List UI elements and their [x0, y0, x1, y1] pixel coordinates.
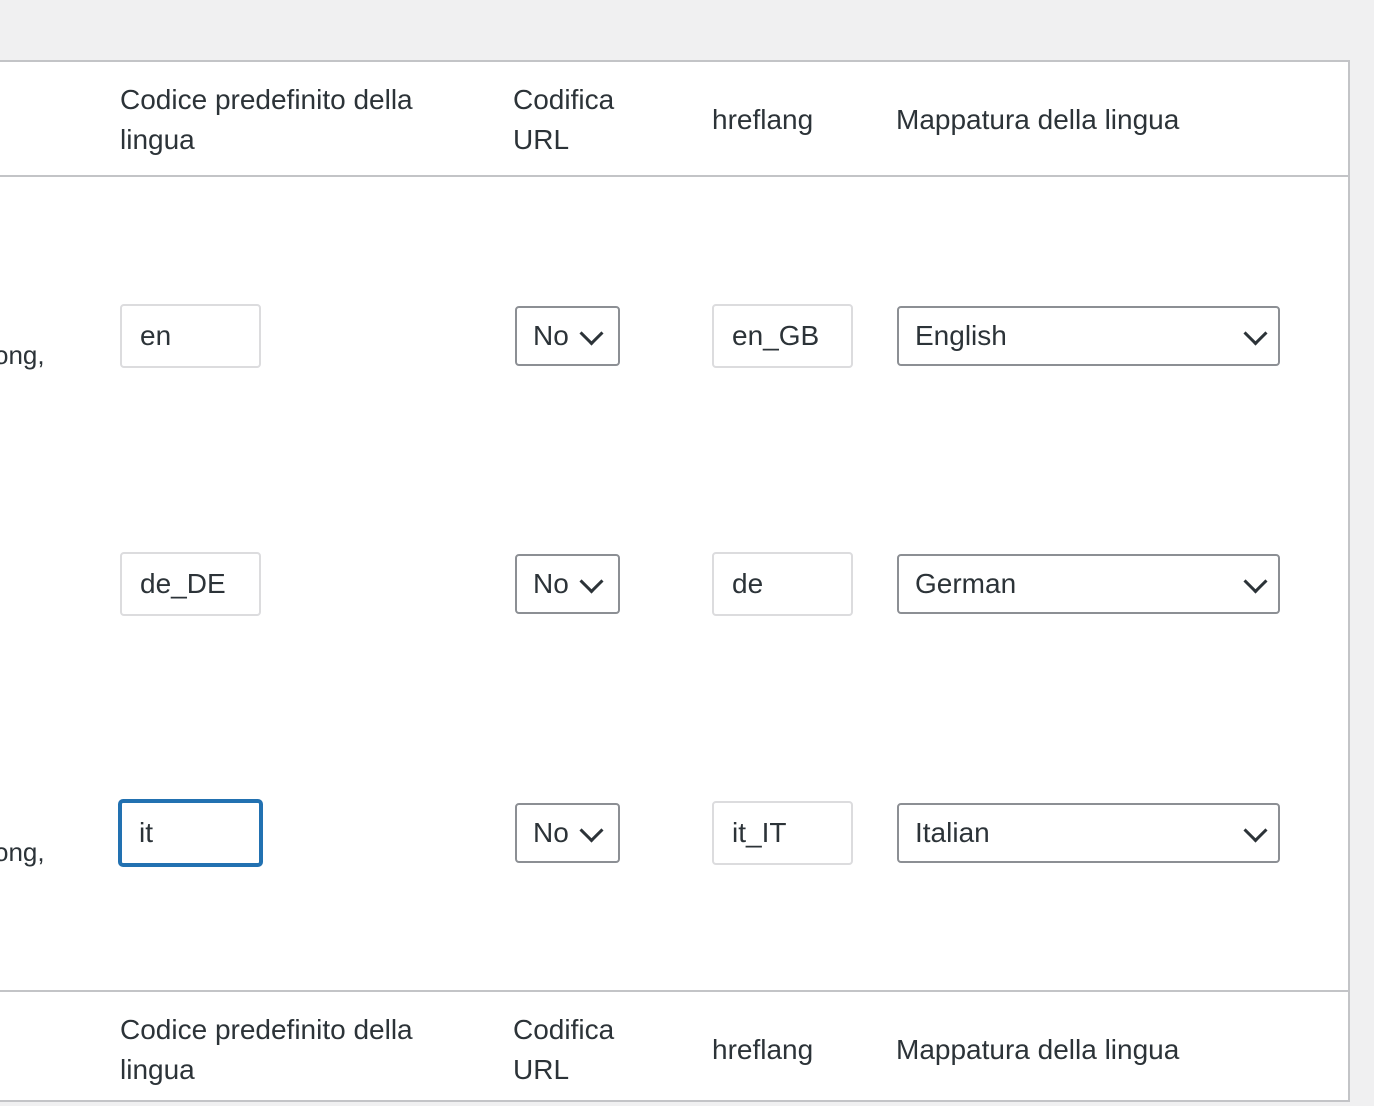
- languages-table: Codice predefinito della lingua Codifica…: [0, 60, 1350, 1102]
- table-row: ong, No English: [0, 304, 1348, 394]
- table-row: ong, No Italian: [0, 800, 1348, 891]
- hreflang-input[interactable]: [712, 304, 853, 368]
- url-encoding-select[interactable]: No: [515, 306, 620, 366]
- column-footer-mapping[interactable]: Mappatura della lingua: [896, 1030, 1179, 1070]
- language-mapping-value: German: [915, 568, 1017, 599]
- column-header-hreflang[interactable]: hreflang: [712, 100, 813, 140]
- table-header: Codice predefinito della lingua Codifica…: [0, 62, 1348, 177]
- chevron-down-icon: [1243, 569, 1268, 594]
- truncated-cell-text: ong,: [0, 340, 45, 370]
- column-footer-url-encoding[interactable]: Codifica URL: [513, 1010, 643, 1090]
- column-footer-hreflang[interactable]: hreflang: [712, 1030, 813, 1070]
- chevron-down-icon: [579, 818, 604, 843]
- table-footer: Codice predefinito della lingua Codifica…: [0, 990, 1348, 1104]
- default-code-input[interactable]: [120, 304, 261, 368]
- table-row: No German: [0, 552, 1348, 642]
- default-code-input[interactable]: [120, 552, 261, 616]
- language-mapping-select[interactable]: English: [897, 306, 1280, 366]
- url-encoding-value: No: [533, 568, 569, 599]
- hreflang-input[interactable]: [712, 552, 853, 616]
- chevron-down-icon: [1243, 321, 1268, 346]
- url-encoding-select[interactable]: No: [515, 554, 620, 614]
- truncated-cell-text: ong,: [0, 837, 45, 867]
- language-mapping-select[interactable]: German: [897, 554, 1280, 614]
- chevron-down-icon: [579, 321, 604, 346]
- column-header-url-encoding[interactable]: Codifica URL: [513, 80, 643, 160]
- language-mapping-value: English: [915, 320, 1007, 351]
- url-encoding-value: No: [533, 320, 569, 351]
- language-mapping-select[interactable]: Italian: [897, 803, 1280, 863]
- column-header-code[interactable]: Codice predefinito della lingua: [120, 80, 450, 160]
- column-footer-code[interactable]: Codice predefinito della lingua: [120, 1010, 450, 1090]
- column-header-mapping[interactable]: Mappatura della lingua: [896, 100, 1179, 140]
- chevron-down-icon: [1243, 818, 1268, 843]
- url-encoding-value: No: [533, 817, 569, 848]
- chevron-down-icon: [579, 569, 604, 594]
- hreflang-input[interactable]: [712, 801, 853, 865]
- default-code-input[interactable]: [119, 800, 262, 866]
- language-mapping-value: Italian: [915, 817, 990, 848]
- url-encoding-select[interactable]: No: [515, 803, 620, 863]
